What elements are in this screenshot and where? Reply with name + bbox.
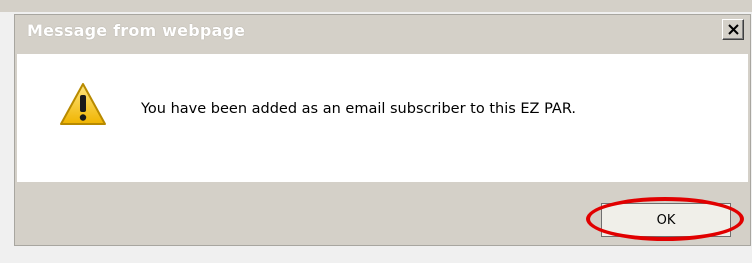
screen: Message from webpage You have been added… [0, 0, 752, 263]
warning-icon [60, 83, 106, 125]
ok-button[interactable]: OK [601, 203, 731, 237]
background-strip [0, 0, 752, 12]
dialog-message: You have been added as an email subscrib… [141, 101, 576, 117]
dialog-footer: OK [17, 182, 748, 243]
close-icon [728, 24, 739, 35]
close-button[interactable] [722, 19, 744, 40]
message-dialog: Message from webpage You have been added… [14, 14, 751, 246]
dialog-titlebar[interactable]: Message from webpage [15, 15, 750, 54]
dialog-title: Message from webpage [27, 21, 246, 40]
dialog-content: You have been added as an email subscrib… [17, 54, 748, 182]
